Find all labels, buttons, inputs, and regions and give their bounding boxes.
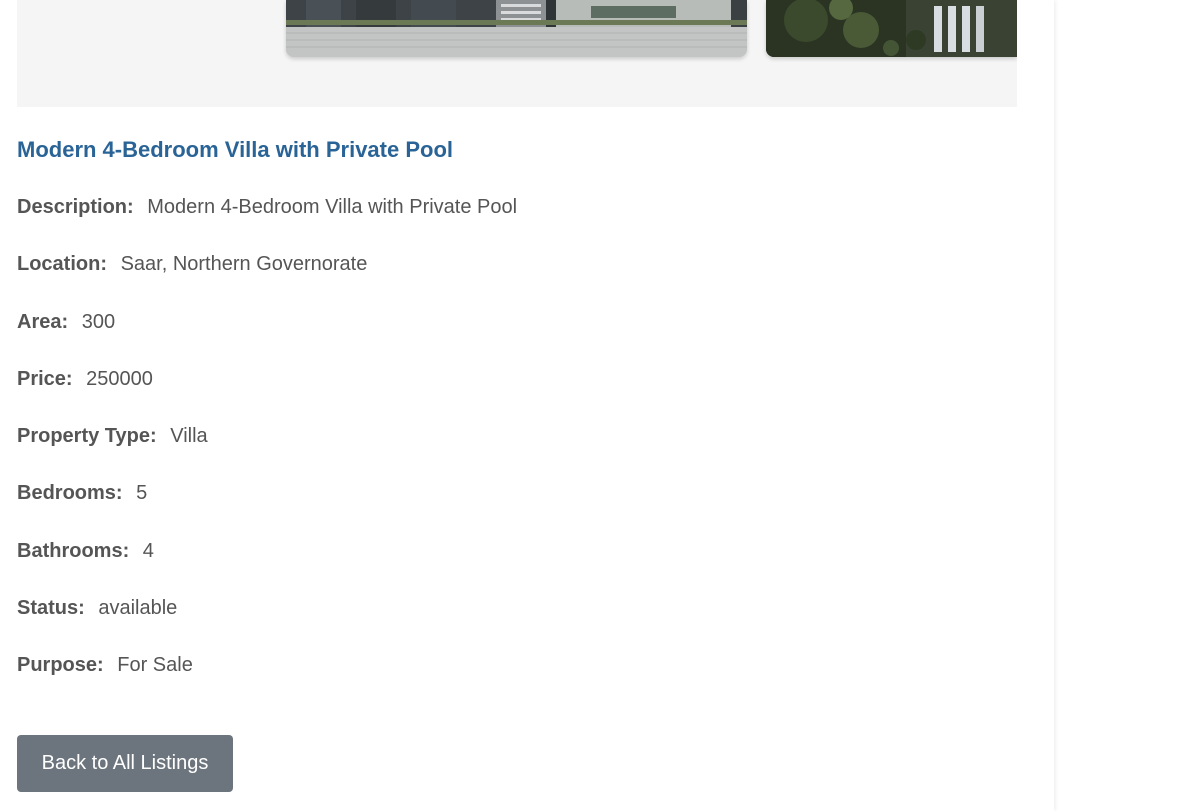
back-to-listings-button[interactable]: Back to All Listings — [17, 735, 233, 792]
detail-purpose: Purpose: For Sale — [17, 654, 517, 711]
detail-label: Property Type: — [17, 425, 157, 448]
property-photo-pool[interactable] — [766, 0, 1017, 57]
detail-bedrooms: Bedrooms: 5 — [17, 482, 517, 539]
detail-property-type: Property Type: Villa — [17, 425, 517, 482]
detail-value: Modern 4-Bedroom Villa with Private Pool — [147, 196, 518, 218]
detail-label: Bathrooms: — [17, 539, 130, 562]
detail-value: Saar, Northern Governorate — [120, 253, 368, 276]
detail-label: Purpose: — [17, 654, 104, 677]
photo-gallery — [17, 0, 1017, 107]
detail-location: Location: Saar, Northern Governorate — [17, 253, 517, 310]
page: Modern 4-Bedroom Villa with Private Pool… — [0, 0, 1186, 811]
listing-title: Modern 4-Bedroom Villa with Private Pool — [17, 137, 454, 162]
property-photo-exterior[interactable] — [286, 0, 747, 57]
property-photo-exterior-image — [286, 0, 747, 57]
detail-value: Villa — [170, 425, 208, 448]
detail-label: Bedrooms: — [17, 482, 123, 505]
detail-bathrooms: Bathrooms: 4 — [17, 540, 517, 597]
detail-value: 4 — [142, 539, 154, 562]
detail-value: 250000 — [86, 367, 153, 390]
detail-label: Status: — [17, 597, 85, 620]
property-photo-pool-image — [766, 0, 1017, 57]
detail-label: Location: — [17, 253, 107, 276]
detail-value: For Sale — [117, 654, 193, 677]
detail-value: 300 — [81, 310, 116, 333]
detail-value: available — [98, 597, 178, 620]
detail-value: 5 — [136, 482, 148, 505]
detail-label: Price: — [17, 367, 73, 390]
detail-label: Description: — [17, 196, 134, 218]
detail-label: Area: — [17, 310, 69, 333]
detail-area: Area: 300 — [17, 311, 517, 368]
listing-detail-card: Modern 4-Bedroom Villa with Private Pool… — [0, 0, 1054, 811]
detail-price: Price: 250000 — [17, 368, 517, 425]
property-details-list: Description: Modern 4-Bedroom Villa with… — [17, 196, 517, 712]
detail-status: Status: available — [17, 597, 517, 654]
detail-description: Description: Modern 4-Bedroom Villa with… — [17, 196, 517, 253]
